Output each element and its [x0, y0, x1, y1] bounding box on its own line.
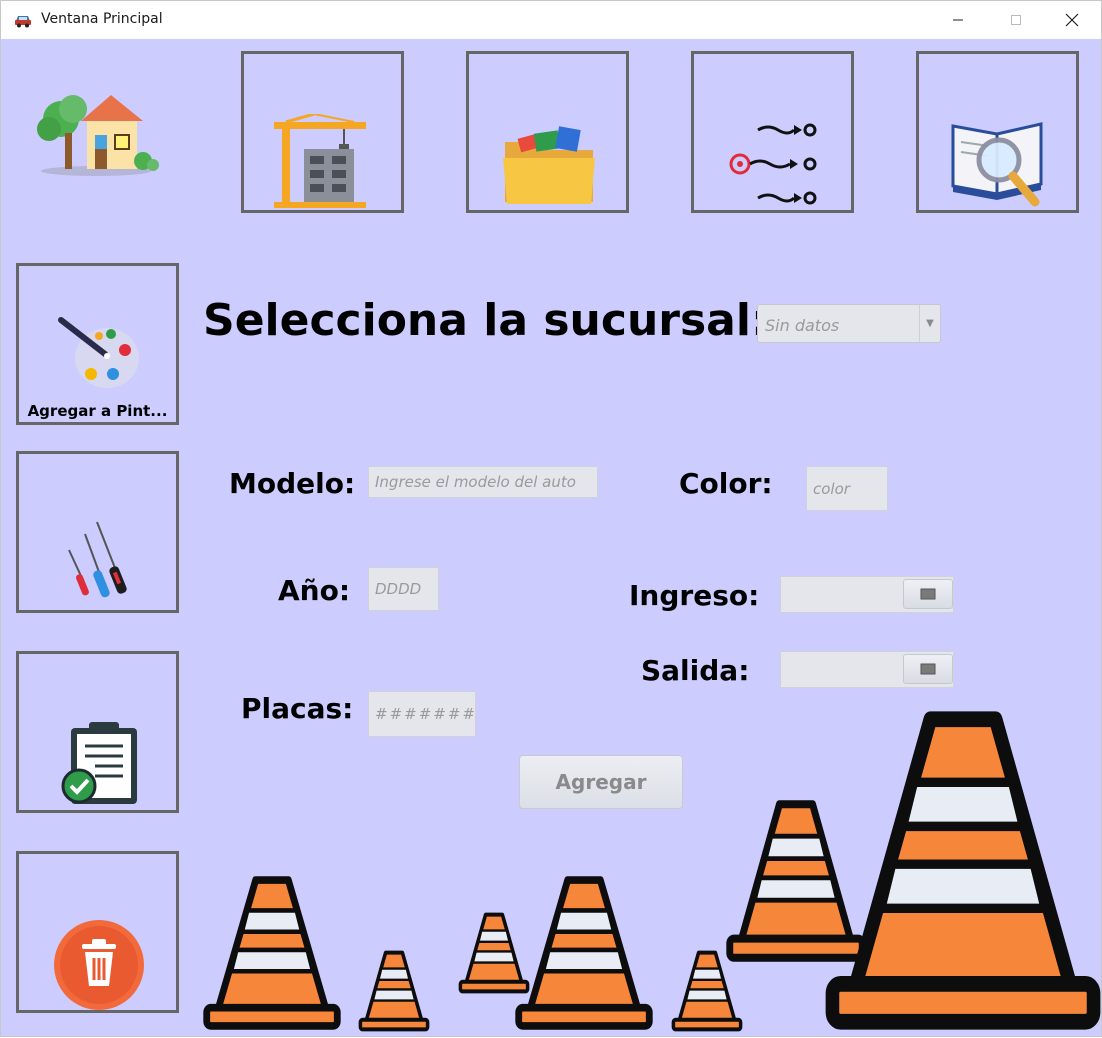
cone-icon [832, 719, 1093, 1021]
cone-icon [207, 880, 338, 1026]
cone-icon [460, 915, 527, 992]
main-window: Ventana Principal Agregar a Pint... Sele… [0, 0, 1102, 1037]
cone-icon [730, 804, 862, 958]
cone-icon [519, 880, 650, 1026]
traffic-cones-decoration [1, 1, 1101, 1038]
cone-icon [673, 953, 740, 1030]
cone-icon [360, 953, 427, 1030]
